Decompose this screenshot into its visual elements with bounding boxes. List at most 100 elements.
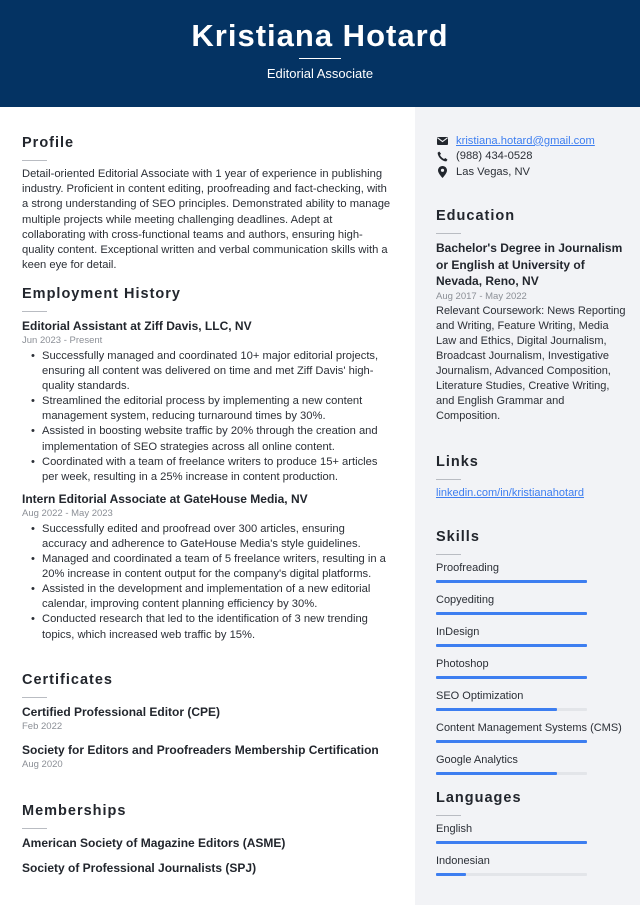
contact-email: kristiana.hotard@gmail.com <box>436 133 595 149</box>
links-heading: Links <box>436 454 479 470</box>
memberships-list: American Society of Magazine Editors (AS… <box>22 835 392 876</box>
skill-level-fill <box>436 580 587 583</box>
sidebar: kristiana.hotard@gmail.com (988) 434-052… <box>415 107 640 905</box>
skill-label: Content Management Systems (CMS) <box>436 722 622 734</box>
language: Indonesian <box>436 854 626 876</box>
education-degree: Bachelor's Degree in Journalism or Engli… <box>436 241 623 288</box>
contact-phone: (988) 434-0528 <box>436 149 595 165</box>
phone-icon <box>436 150 448 162</box>
resume-header: Kristiana Hotard Editorial Associate <box>0 0 640 107</box>
skill: SEO Optimization <box>436 689 626 711</box>
skill-level-fill <box>436 644 587 647</box>
skill: Proofreading <box>436 561 626 583</box>
skill-label: Copyediting <box>436 594 495 606</box>
skill-level-track <box>436 676 587 679</box>
job-bullet: Assisted in boosting website traffic by … <box>31 424 392 454</box>
section-divider <box>22 828 47 829</box>
skills-heading: Skills <box>436 529 480 545</box>
contact-block: kristiana.hotard@gmail.com (988) 434-052… <box>436 133 595 180</box>
skill: InDesign <box>436 625 626 647</box>
employment-heading: Employment History <box>22 286 181 302</box>
skill-level-track <box>436 580 587 583</box>
certificate-title: Society for Editors and Proofreaders Mem… <box>22 743 379 757</box>
candidate-name: Kristiana Hotard <box>191 18 449 53</box>
memberships-section: Memberships American Society of Magazine… <box>22 802 392 885</box>
certificates-list: Certified Professional Editor (CPE) Feb 2… <box>22 704 392 771</box>
job-bullet: Managed and coordinated a team of 5 free… <box>31 552 392 582</box>
section-divider <box>22 160 47 161</box>
education-heading: Education <box>436 208 516 224</box>
job-dates: Jun 2023 - Present <box>22 335 103 346</box>
job-bullets: Successfully managed and coordinated 10+… <box>31 349 392 485</box>
job-title: Editorial Assistant at Ziff Davis, LLC, … <box>22 319 252 333</box>
header-divider <box>299 58 341 59</box>
language-label: English <box>436 823 473 835</box>
jobs-list: Editorial Assistant at Ziff Davis, LLC, … <box>22 318 392 643</box>
skill-level-fill <box>436 708 557 711</box>
languages-heading: Languages <box>436 790 522 806</box>
education-description: Relevant Coursework: News Reporting and … <box>436 304 626 423</box>
section-divider <box>436 479 461 480</box>
job-bullet: Successfully edited and proofread over 3… <box>31 522 392 552</box>
skills-list: Proofreading Copyediting InDesign Photoshop… <box>436 561 626 775</box>
job-entry: Intern Editorial Associate at GateHouse … <box>22 491 392 643</box>
skill-label: InDesign <box>436 626 480 638</box>
language-level-track <box>436 841 587 844</box>
certificate-date: Aug 2020 <box>22 759 63 770</box>
language-level-fill <box>436 841 587 844</box>
language-label: Indonesian <box>436 855 490 867</box>
job-bullet: Assisted in the development and implemen… <box>31 582 392 612</box>
section-divider <box>436 815 461 816</box>
certificate-entry: Society for Editors and Proofreaders Mem… <box>22 742 392 771</box>
contact-location: Las Vegas, NV <box>436 164 595 180</box>
certificate-title: Certified Professional Editor (CPE) <box>22 705 221 719</box>
memberships-heading: Memberships <box>22 803 127 819</box>
job-title: Intern Editorial Associate at GateHouse … <box>22 491 308 506</box>
skill: Google Analytics <box>436 753 626 775</box>
language-level-fill <box>436 873 467 876</box>
skill-level-track <box>436 740 587 743</box>
job-dates: Aug 2022 - May 2023 <box>22 507 113 519</box>
job-bullet: Successfully managed and coordinated 10+… <box>31 349 392 394</box>
skill-label: Proofreading <box>436 562 499 574</box>
membership-item: Society of Professional Journalists (SPJ… <box>22 861 257 875</box>
membership-item: American Society of Magazine Editors (AS… <box>22 836 286 850</box>
map-pin-icon <box>436 165 448 178</box>
candidate-title: Editorial Associate <box>266 66 374 81</box>
skill: Copyediting <box>436 593 626 615</box>
skill: Photoshop <box>436 657 626 679</box>
education-dates: Aug 2017 - May 2022 <box>436 290 527 302</box>
section-divider <box>436 554 461 555</box>
skill: Content Management Systems (CMS) <box>436 721 626 743</box>
job-bullets: Successfully edited and proofread over 3… <box>31 522 392 643</box>
certificate-date: Feb 2022 <box>22 721 63 732</box>
certificate-entry: Certified Professional Editor (CPE) Feb 2… <box>22 704 392 733</box>
certificates-section: Certificates Certified Professional Edit… <box>22 671 392 771</box>
section-divider <box>22 697 47 698</box>
skill-label: SEO Optimization <box>436 690 524 702</box>
job-entry: Editorial Assistant at Ziff Davis, LLC, … <box>22 318 392 485</box>
skill-level-track <box>436 612 587 615</box>
skill-label: Photoshop <box>436 658 489 670</box>
skill-label: Google Analytics <box>436 754 518 766</box>
languages-section: Languages English Indonesian <box>436 789 626 886</box>
profile-summary: Detail-oriented Editorial Associate with… <box>22 168 391 272</box>
languages-list: English Indonesian <box>436 822 626 876</box>
education-section: Education Bachelor's Degree in Journalis… <box>436 207 626 424</box>
section-divider <box>22 311 47 312</box>
linkedin-link[interactable]: linkedin.com/in/kristianahotard <box>436 487 584 499</box>
skill-level-track <box>436 772 587 775</box>
job-bullet: Conducted research that led to the ident… <box>31 612 392 642</box>
skill-level-fill <box>436 740 587 743</box>
employment-section: Employment History Editorial Assistant a… <box>22 285 392 643</box>
job-bullet: Coordinated with a team of freelance wri… <box>31 455 392 485</box>
links-section: Links linkedin.com/in/kristianahotard <box>436 453 626 501</box>
section-divider <box>436 233 461 234</box>
profile-section: Profile Detail-oriented Editorial Associ… <box>22 134 392 273</box>
skill-level-fill <box>436 612 587 615</box>
phone-number: (988) 434-0528 <box>456 150 533 163</box>
profile-heading: Profile <box>22 135 75 151</box>
email-link[interactable]: kristiana.hotard@gmail.com <box>456 135 595 147</box>
skill-level-fill <box>436 772 557 775</box>
job-bullet: Streamlined the editorial process by imp… <box>31 394 392 424</box>
